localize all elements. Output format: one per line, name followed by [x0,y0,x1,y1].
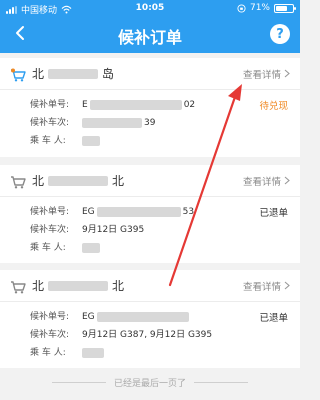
view-details-label: 查看详情 [242,69,281,81]
status-badge: 已退单 [259,313,288,324]
order-route: 北 北 [32,277,243,294]
app-header: 中国移动 10:05 71% 候补订单 ? [0,0,300,53]
chevron-right-icon [284,69,290,78]
redacted-text [82,136,100,146]
redacted-text [82,118,142,128]
order-card-body[interactable]: 候补单号: E 02 候补车次: 39 乘 车 人: 待兑现 [0,90,300,156]
view-details-link[interactable]: 查看详情 [243,174,290,188]
order-card: 北 岛 查看详情 候补单号: E 02 候补车次: 39 乘 车 人: 待兑现 [0,58,300,157]
field-value-end: 53 [182,207,195,217]
redacted-text [48,68,99,79]
list-end-text: 已经是最后一页了 [113,378,186,389]
passenger-name [82,243,100,253]
field-label: 候补车次: [30,118,70,128]
field-label: 乘 车 人: [30,136,66,146]
view-details-label: 查看详情 [242,281,281,293]
order-number: EG [82,308,189,326]
status-badge: 待兑现 [259,101,288,112]
chevron-right-icon [284,176,290,185]
field-label: 候补单号: [30,207,70,217]
status-right: 71% [237,3,296,13]
view-details-label: 查看详情 [242,176,281,188]
redacted-text [89,100,182,110]
battery-percent: 71% [249,3,270,13]
view-details-link[interactable]: 查看详情 [243,279,290,293]
page-title: 候补订单 [117,28,182,47]
redacted-text [48,280,109,291]
order-route: 北 北 [32,172,243,189]
field-value-end: 02 [183,100,196,110]
passenger-name [82,348,104,358]
route-origin: 北 [32,67,45,81]
redacted-text [48,175,109,186]
field-value-start: EG [82,312,95,322]
order-number: EG 53 [82,203,194,221]
order-card-header[interactable]: 北 北 查看详情 [0,270,300,302]
battery-icon [274,3,296,13]
field-value-start: E [82,100,88,110]
field-label: 乘 车 人: [30,243,66,253]
status-bar: 中国移动 10:05 71% [0,0,300,18]
field-label: 候补车次: [30,225,70,235]
cart-icon [10,174,26,188]
train-number: 39 [82,114,155,132]
route-origin: 北 [32,279,45,293]
divider [194,381,248,383]
field-value-start: EG [82,207,95,217]
passenger-row: 乘 车 人: [30,239,300,257]
order-route: 北 岛 [32,65,243,82]
divider [51,381,106,383]
rotation-lock-icon [237,3,246,13]
list-end-indicator: 已经是最后一页了 [0,372,300,392]
route-destination: 北 [112,279,125,293]
route-origin: 北 [32,174,45,188]
redacted-text [96,312,189,322]
train-number-row: 候补车次: 39 [30,114,300,132]
field-label: 乘 车 人: [30,348,66,358]
order-card-header[interactable]: 北 北 查看详情 [0,165,300,197]
route-destination: 岛 [102,67,115,81]
view-details-link[interactable]: 查看详情 [243,67,290,81]
passenger-row: 乘 车 人: [30,132,300,150]
passenger-row: 乘 车 人: [30,344,300,362]
redacted-text [82,243,100,253]
order-card: 北 北 查看详情 候补单号: EG 候补车次: 9月12日 G387, 9月12… [0,270,300,368]
train-number: 9月12日 G387, 9月12日 G395 [82,330,213,340]
field-value-end: 39 [144,118,156,128]
cart-icon [10,279,26,293]
train-number-row: 候补车次: 9月12日 G395 [30,221,300,239]
redacted-text [82,348,104,358]
order-card: 北 北 查看详情 候补单号: EG 53 候补车次: 9月12日 G395 乘 … [0,165,300,263]
passenger-name [82,136,100,146]
redacted-text [96,207,181,217]
field-label: 候补车次: [30,330,70,340]
field-label: 候补单号: [30,100,70,110]
train-number-row: 候补车次: 9月12日 G387, 9月12日 G395 [30,326,300,344]
field-label: 候补单号: [30,312,70,322]
route-destination: 北 [112,174,125,188]
cart-icon [10,67,26,81]
train-number: 9月12日 G395 [82,225,145,235]
chevron-right-icon [284,281,290,290]
order-number: E 02 [82,96,195,114]
status-badge: 已退单 [259,208,288,219]
help-button[interactable]: ? [270,24,290,44]
order-card-header[interactable]: 北 岛 查看详情 [0,58,300,90]
order-card-body[interactable]: 候补单号: EG 53 候补车次: 9月12日 G395 乘 车 人: 已退单 [0,197,300,263]
order-card-body[interactable]: 候补单号: EG 候补车次: 9月12日 G387, 9月12日 G395 乘 … [0,302,300,368]
